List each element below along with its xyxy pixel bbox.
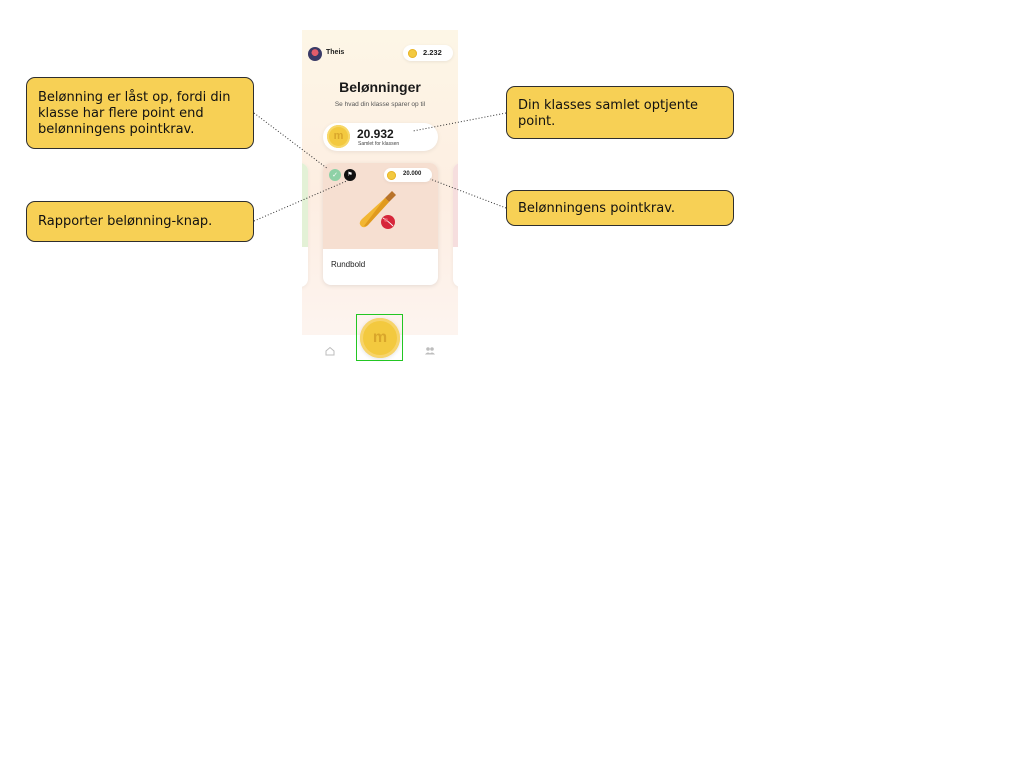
- reward-image: [453, 163, 458, 247]
- coin-icon: [387, 170, 396, 180]
- user-avatar[interactable]: [308, 47, 322, 61]
- callout-unlocked: Belønning er låst op, fordi din klasse h…: [26, 77, 254, 149]
- reward-name: Rundbold: [331, 260, 366, 269]
- page-subtitle: Se hvad din klasse sparer op til: [334, 101, 426, 108]
- previous-reward-card[interactable]: [302, 163, 308, 287]
- coin-icon: m: [327, 125, 350, 148]
- callout-reward-cost: Belønningens pointkrav.: [506, 190, 734, 226]
- community-icon[interactable]: [424, 345, 436, 357]
- coin-icon: [408, 48, 417, 58]
- reward-image: [302, 163, 308, 247]
- top-bar: Theis 2.232: [302, 44, 458, 64]
- next-reward-card[interactable]: [453, 163, 458, 287]
- home-icon[interactable]: [324, 345, 336, 357]
- class-total-card: m 20.932 Samlet for klassen: [323, 123, 438, 151]
- reward-image: ✓ ⚑ 20.000: [323, 163, 438, 249]
- reward-card[interactable]: ✓ ⚑ 20.000 Rundbold: [323, 163, 438, 285]
- class-total-value: 20.932: [357, 127, 394, 141]
- unlock-icon: ✓: [329, 169, 341, 181]
- cricket-bat-and-ball-icon: [359, 191, 396, 229]
- balance-value: 2.232: [423, 48, 442, 57]
- callout-class-total: Din klasses samlet optjente point.: [506, 86, 734, 139]
- reward-cost-value: 20.000: [403, 171, 422, 177]
- user-name: Theis: [326, 49, 345, 56]
- report-reward-button[interactable]: ⚑: [344, 169, 356, 181]
- reward-cost-pill: 20.000: [384, 168, 432, 182]
- class-total-label: Samlet for klassen: [358, 141, 400, 147]
- callout-report-button: Rapporter belønning-knap.: [26, 201, 254, 242]
- highlight-box: [356, 314, 403, 361]
- balance-pill[interactable]: 2.232: [403, 45, 453, 61]
- page-title: Belønninger: [339, 79, 421, 95]
